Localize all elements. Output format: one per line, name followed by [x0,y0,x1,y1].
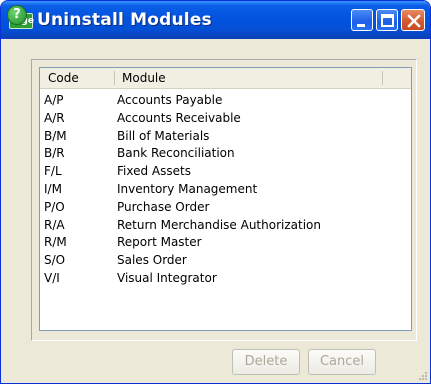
column-divider[interactable] [114,71,115,85]
cell-code: A/R [44,110,65,125]
cancel-button[interactable]: Cancel [308,349,376,375]
list-item[interactable]: A/P Accounts Payable [40,92,411,110]
list-item[interactable]: R/M Report Master [40,234,411,252]
list-item[interactable]: B/R Bank Reconciliation [40,145,411,163]
cell-module: Inventory Management [117,181,258,196]
column-header-code[interactable]: Code [48,68,79,88]
list-header: Code Module [40,68,411,89]
minimize-button[interactable] [351,9,373,31]
cell-module: Report Master [117,235,202,250]
delete-button[interactable]: Delete [232,349,300,375]
close-button[interactable] [401,9,425,31]
cell-code: S/O [44,253,66,268]
cell-code: I/M [44,181,62,196]
help-icon: ? [7,5,27,25]
cell-module: Purchase Order [117,199,210,214]
maximize-icon [381,14,394,27]
cell-module: Accounts Payable [117,93,223,107]
list-item[interactable]: P/O Purchase Order [40,199,411,217]
column-divider[interactable] [382,71,383,85]
list-item[interactable]: I/M Inventory Management [40,181,411,199]
cell-code: A/P [44,93,64,107]
list-item[interactable]: R/A Return Merchandise Authorization [40,217,411,235]
title-bar[interactable]: sage Uninstall Modules [1,1,430,39]
cell-module: Accounts Receivable [117,110,241,125]
cell-code: V/I [44,270,60,285]
cell-module: Bank Reconciliation [117,146,235,161]
cell-code: P/O [44,199,65,214]
list-item[interactable]: B/M Bill of Materials [40,128,411,146]
list-item[interactable]: F/L Fixed Assets [40,163,411,181]
resize-grip-icon[interactable] [418,371,428,381]
list-item[interactable]: V/I Visual Integrator [40,270,411,288]
cell-module: Sales Order [117,253,187,268]
cell-module: Visual Integrator [117,270,217,285]
cell-module: Return Merchandise Authorization [117,217,321,232]
cell-code: R/M [44,235,67,250]
cell-code: R/A [44,217,65,232]
maximize-button[interactable] [376,9,398,31]
uninstall-modules-window: sage Uninstall Modules Code Module A/P Ac… [0,0,431,384]
cell-code: B/M [44,128,67,143]
cell-module: Fixed Assets [117,164,191,179]
modules-list[interactable]: Code Module A/P Accounts Payable A/R Accou… [39,67,412,331]
window-title: Uninstall Modules [37,10,212,30]
list-item[interactable]: A/R Accounts Receivable [40,110,411,128]
cell-code: B/R [44,146,65,161]
cell-module: Bill of Materials [117,128,210,143]
cell-code: F/L [44,164,62,179]
minimize-icon [357,24,365,27]
list-rows: A/P Accounts Payable A/R Accounts Receivab… [40,92,411,288]
close-icon [407,14,421,28]
column-header-module[interactable]: Module [122,68,166,88]
list-item[interactable]: S/O Sales Order [40,252,411,270]
